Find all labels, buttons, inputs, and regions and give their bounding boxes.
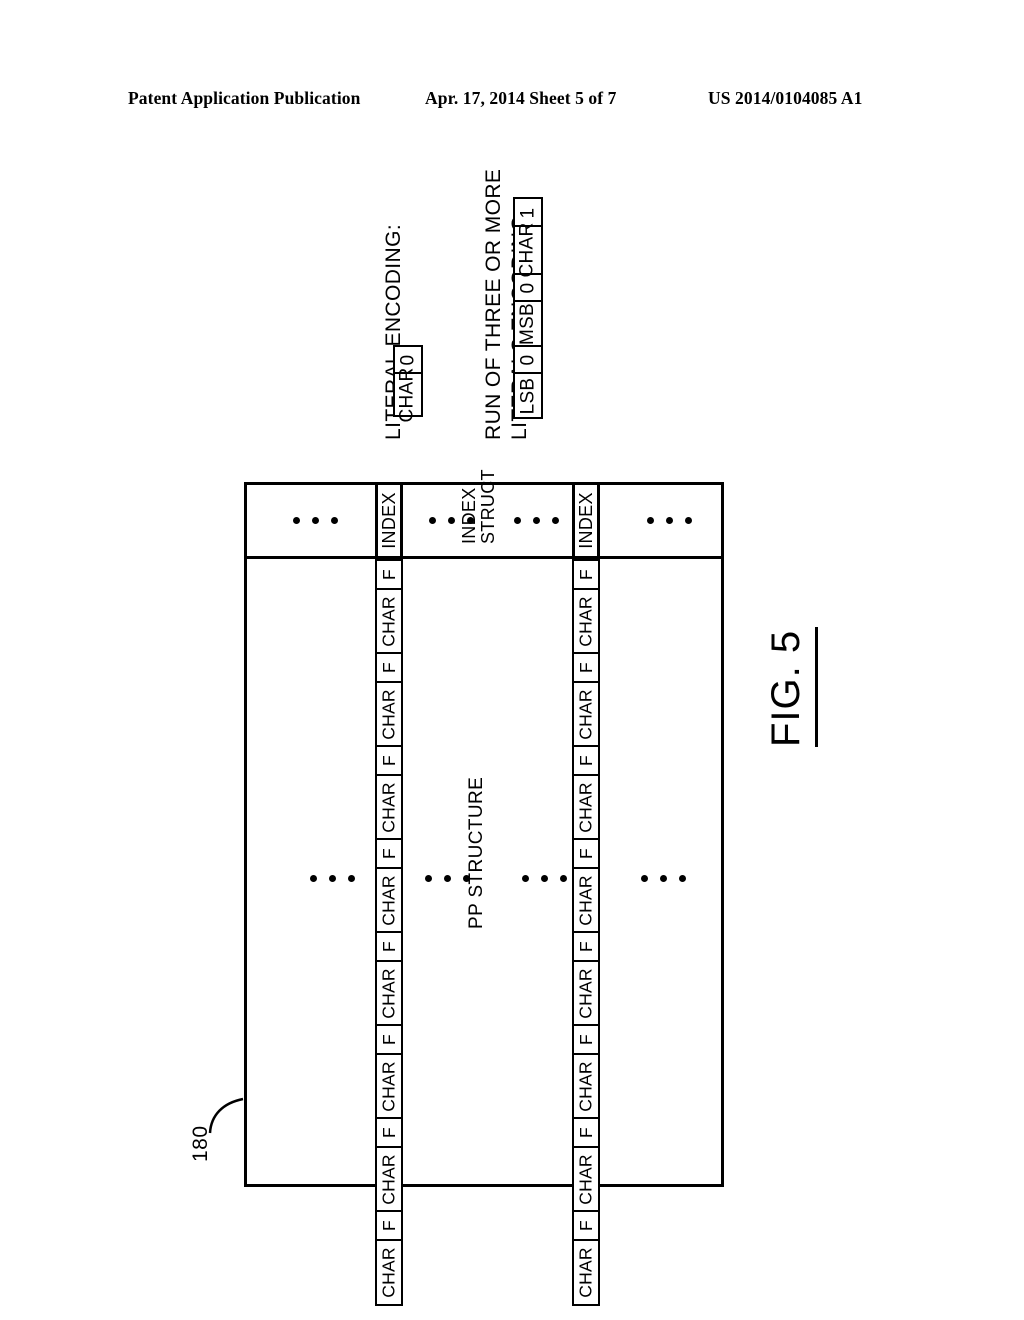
pp-strip-right: F CHAR F CHAR F CHAR F CHAR F CHAR F CHAR F CHAR F CHAR <box>572 559 600 1306</box>
run-field-msb: MSB <box>515 302 541 347</box>
cell-label: CHAR <box>378 688 399 740</box>
cell-label: F <box>378 1127 399 1138</box>
field-flag-cell: F <box>572 559 600 590</box>
run-encoding-box: LSB 0 MSB 0 CHAR 1 <box>513 197 543 419</box>
field-char-cell: CHAR <box>572 587 600 655</box>
field-char-cell: CHAR <box>572 1052 600 1120</box>
field-char-cell: CHAR <box>375 587 403 655</box>
field-flag-cell: F <box>375 559 403 590</box>
index-cell-1: INDEX <box>375 485 403 556</box>
field-char-cell: CHAR <box>572 866 600 934</box>
cell-label: F <box>378 848 399 859</box>
ellipsis-body-4 <box>641 875 686 882</box>
cell-label: CHAR <box>378 781 399 833</box>
ellipsis-top-1 <box>293 517 338 524</box>
cell-label: CHAR <box>378 967 399 1019</box>
field-flag-cell: F <box>572 1024 600 1055</box>
cell-label: F <box>575 848 596 859</box>
field-char-cell: CHAR <box>375 1238 403 1306</box>
ellipsis-body-2 <box>425 875 470 882</box>
cell-label: F <box>575 941 596 952</box>
band-divider <box>247 556 721 559</box>
field-flag-cell: F <box>572 1117 600 1148</box>
cell-label: F <box>575 1220 596 1231</box>
field-char-cell: CHAR <box>375 866 403 934</box>
literal-encoding-box: CHAR 0 <box>393 345 423 422</box>
run-encoding-caption-line1: RUN OF THREE OR MORE <box>482 168 505 440</box>
field-flag-cell: F <box>572 1210 600 1241</box>
cell-label: F <box>575 662 596 673</box>
pp-structure-diagram: INDEX INDEX INDEX STRUCT F CHAR F CHAR F CHAR… <box>244 469 724 1306</box>
field-flag-cell: F <box>572 652 600 683</box>
field-char-cell: CHAR <box>572 1145 600 1213</box>
cell-label: CHAR <box>575 595 596 647</box>
cell-label: CHAR <box>378 1153 399 1205</box>
ellipsis-top-4 <box>647 517 692 524</box>
cell-label: F <box>378 941 399 952</box>
cell-label: F <box>575 1127 596 1138</box>
cell-label: CHAR <box>378 595 399 647</box>
field-char-cell: CHAR <box>572 680 600 748</box>
field-flag-cell: F <box>572 745 600 776</box>
cell-label: F <box>575 569 596 580</box>
cell-label: CHAR <box>575 874 596 926</box>
run-field-char: CHAR <box>515 222 541 278</box>
publication-title: Patent Application Publication <box>128 88 361 108</box>
field-char-cell: CHAR <box>375 680 403 748</box>
reference-leader-line <box>208 1097 244 1134</box>
cell-label: F <box>575 755 596 766</box>
cell-label: CHAR <box>378 1246 399 1298</box>
cell-label: CHAR <box>575 1246 596 1298</box>
field-flag-cell: F <box>375 1117 403 1148</box>
cell-label: F <box>378 755 399 766</box>
index-struct-label: INDEX STRUCT <box>459 469 499 544</box>
field-char-cell: CHAR <box>375 1052 403 1120</box>
pp-structure-label: PP STRUCTURE <box>466 776 487 929</box>
cell-label: F <box>378 1034 399 1045</box>
cell-label: CHAR <box>575 1153 596 1205</box>
literal-field-char: CHAR <box>395 367 421 422</box>
pp-strip-left: F CHAR F CHAR F CHAR F CHAR F CHAR F CHAR F CHAR F CHAR <box>375 559 403 1306</box>
cell-label: CHAR <box>575 781 596 833</box>
field-char-cell: CHAR <box>572 1238 600 1306</box>
cell-label: CHAR <box>575 688 596 740</box>
field-flag-cell: F <box>375 1024 403 1055</box>
field-flag-cell: F <box>375 838 403 869</box>
cell-label: CHAR <box>378 1060 399 1112</box>
cell-label: CHAR <box>575 967 596 1019</box>
cell-label: F <box>378 569 399 580</box>
field-flag-cell: F <box>572 838 600 869</box>
cell-label: F <box>378 1220 399 1231</box>
date-and-sheet: Apr. 17, 2014 Sheet 5 of 7 <box>425 88 617 108</box>
field-flag-cell: F <box>375 931 403 962</box>
field-char-cell: CHAR <box>375 773 403 841</box>
index-cell-2: INDEX <box>572 485 600 556</box>
ellipsis-top-3 <box>514 517 559 524</box>
field-flag-cell: F <box>375 745 403 776</box>
cell-label: F <box>575 1034 596 1045</box>
ellipsis-body-3 <box>522 875 567 882</box>
run-field-lsb: LSB <box>515 374 541 417</box>
field-char-cell: CHAR <box>572 959 600 1027</box>
field-char-cell: CHAR <box>375 959 403 1027</box>
field-char-cell: CHAR <box>572 773 600 841</box>
cell-label: F <box>378 662 399 673</box>
patent-header: Patent Application Publication Apr. 17, … <box>0 88 1024 116</box>
field-flag-cell: F <box>375 1210 403 1241</box>
field-char-cell: CHAR <box>375 1145 403 1213</box>
cell-label: CHAR <box>378 874 399 926</box>
run-field-zero-2: 0 <box>515 347 541 374</box>
field-flag-cell: F <box>375 652 403 683</box>
patent-number: US 2014/0104085 A1 <box>708 88 863 108</box>
figure-label: FIG. 5 <box>764 627 818 747</box>
run-field-zero-1: 0 <box>515 275 541 302</box>
field-flag-cell: F <box>572 931 600 962</box>
ellipsis-body-1 <box>310 875 355 882</box>
cell-label: CHAR <box>575 1060 596 1112</box>
